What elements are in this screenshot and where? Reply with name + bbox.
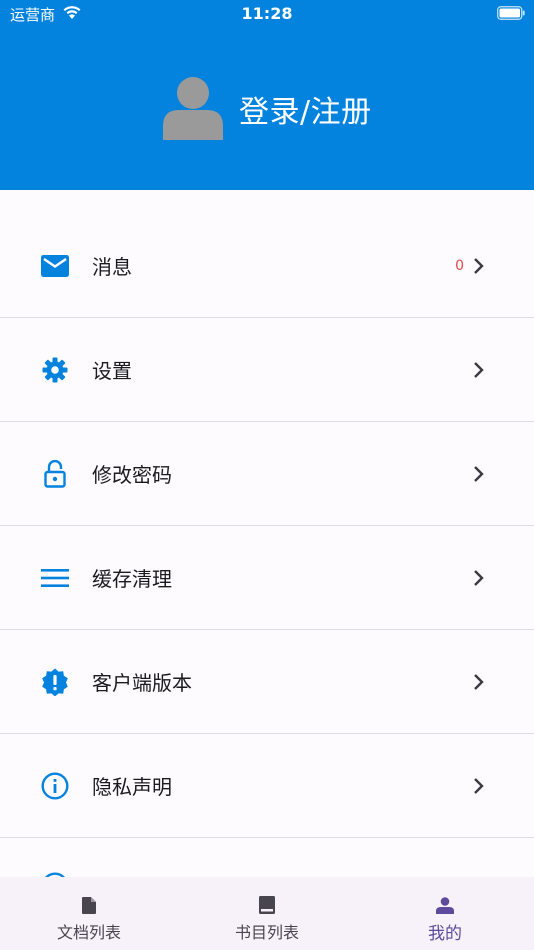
lock-icon	[40, 459, 70, 489]
message-count-badge: 0	[455, 257, 464, 274]
chevron-right-icon	[474, 569, 484, 586]
tab-document-list[interactable]: 文档列表	[0, 877, 178, 950]
chevron-right-icon	[474, 257, 484, 274]
chevron-right-icon	[474, 465, 484, 482]
bottom-tab-bar: 文档列表 书目列表 我的	[0, 877, 534, 950]
menu-item-change-password[interactable]: 修改密码	[0, 422, 534, 526]
chevron-right-icon	[474, 673, 484, 690]
avatar-icon	[163, 77, 223, 140]
menu-item-messages[interactable]: 消息 0	[0, 214, 534, 318]
tab-book-list[interactable]: 书目列表	[178, 877, 356, 950]
menu-item-client-version[interactable]: 客户端版本	[0, 630, 534, 734]
profile-header: 运营商 11:28 登录/注册	[0, 0, 534, 190]
menu-label-change-password: 修改密码	[92, 463, 172, 487]
chevron-right-icon	[474, 361, 484, 378]
status-bar: 运营商 11:28	[0, 0, 534, 30]
menu-item-privacy[interactable]: 隐私声明	[0, 734, 534, 838]
status-time: 11:28	[241, 4, 293, 23]
document-icon	[79, 895, 99, 915]
menu-label-privacy: 隐私声明	[92, 775, 172, 799]
chevron-right-icon	[474, 777, 484, 794]
info-icon	[40, 771, 70, 801]
login-register-label: 登录/注册	[239, 95, 372, 130]
tab-label-book-list: 书目列表	[234, 923, 299, 942]
tab-label-mine: 我的	[428, 924, 462, 944]
tab-mine[interactable]: 我的	[356, 877, 534, 950]
book-icon	[257, 895, 277, 915]
login-register-area[interactable]: 登录/注册	[163, 74, 372, 144]
settings-menu: 消息 0 设置 修改密码 缓存清理 客户端版本 隐私声明	[0, 214, 534, 838]
battery-icon	[497, 6, 525, 20]
menu-item-settings[interactable]: 设置	[0, 318, 534, 422]
mail-icon	[40, 251, 70, 281]
gear-icon	[40, 355, 70, 385]
menu-label-clear-cache: 缓存清理	[92, 567, 172, 591]
person-icon	[435, 895, 455, 915]
alert-badge-icon	[40, 667, 70, 697]
menu-item-clear-cache[interactable]: 缓存清理	[0, 526, 534, 630]
menu-label-client-version: 客户端版本	[92, 671, 192, 695]
menu-label-messages: 消息	[92, 255, 132, 279]
menu-lines-icon	[40, 563, 70, 593]
profile-screen: 运营商 11:28 登录/注册 消息 0 设置 修改密码 缓存清理 客户端版本 …	[0, 0, 534, 950]
menu-label-settings: 设置	[92, 359, 132, 383]
tab-label-document-list: 文档列表	[56, 923, 121, 942]
